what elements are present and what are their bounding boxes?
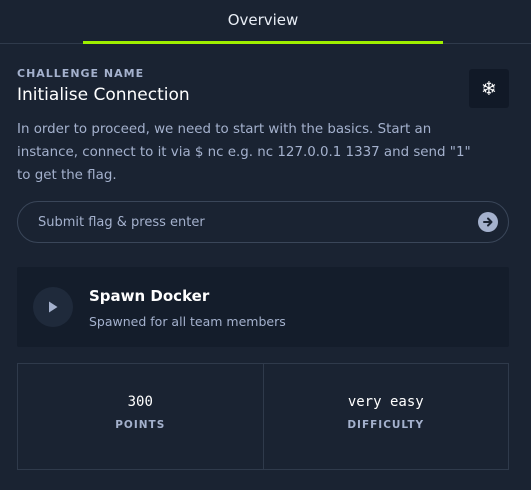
play-icon xyxy=(49,301,58,313)
challenge-description: In order to proceed, we need to start wi… xyxy=(17,122,471,183)
arrow-right-icon xyxy=(483,217,493,227)
challenge-category-badge: ❄ xyxy=(469,69,509,108)
challenge-title: Initialise Connection xyxy=(17,85,190,105)
challenge-stats: 300 POINTS very easy DIFFICULTY xyxy=(17,363,509,470)
difficulty-value: very easy xyxy=(347,394,424,410)
tab-overview[interactable]: Overview xyxy=(83,0,443,44)
points-stat: 300 POINTS xyxy=(18,364,263,469)
docker-title: Spawn Docker xyxy=(89,287,210,305)
difficulty-label: DIFFICULTY xyxy=(347,419,425,431)
flag-submit-field xyxy=(17,201,509,243)
submit-flag-button[interactable] xyxy=(478,212,498,232)
spawn-docker-button[interactable] xyxy=(33,287,73,327)
points-value: 300 xyxy=(127,394,153,410)
spawn-docker-panel: Spawn Docker Spawned for all team member… xyxy=(17,267,509,347)
docker-subtitle: Spawned for all team members xyxy=(89,314,286,329)
flag-input[interactable] xyxy=(38,202,468,242)
snowflake-icon: ❄ xyxy=(481,77,497,100)
difficulty-stat: very easy DIFFICULTY xyxy=(262,364,509,469)
tab-bar: Overview xyxy=(0,0,531,44)
active-tab-indicator xyxy=(83,41,443,44)
points-label: POINTS xyxy=(115,419,166,431)
challenge-name-label: CHALLENGE NAME xyxy=(17,67,145,80)
